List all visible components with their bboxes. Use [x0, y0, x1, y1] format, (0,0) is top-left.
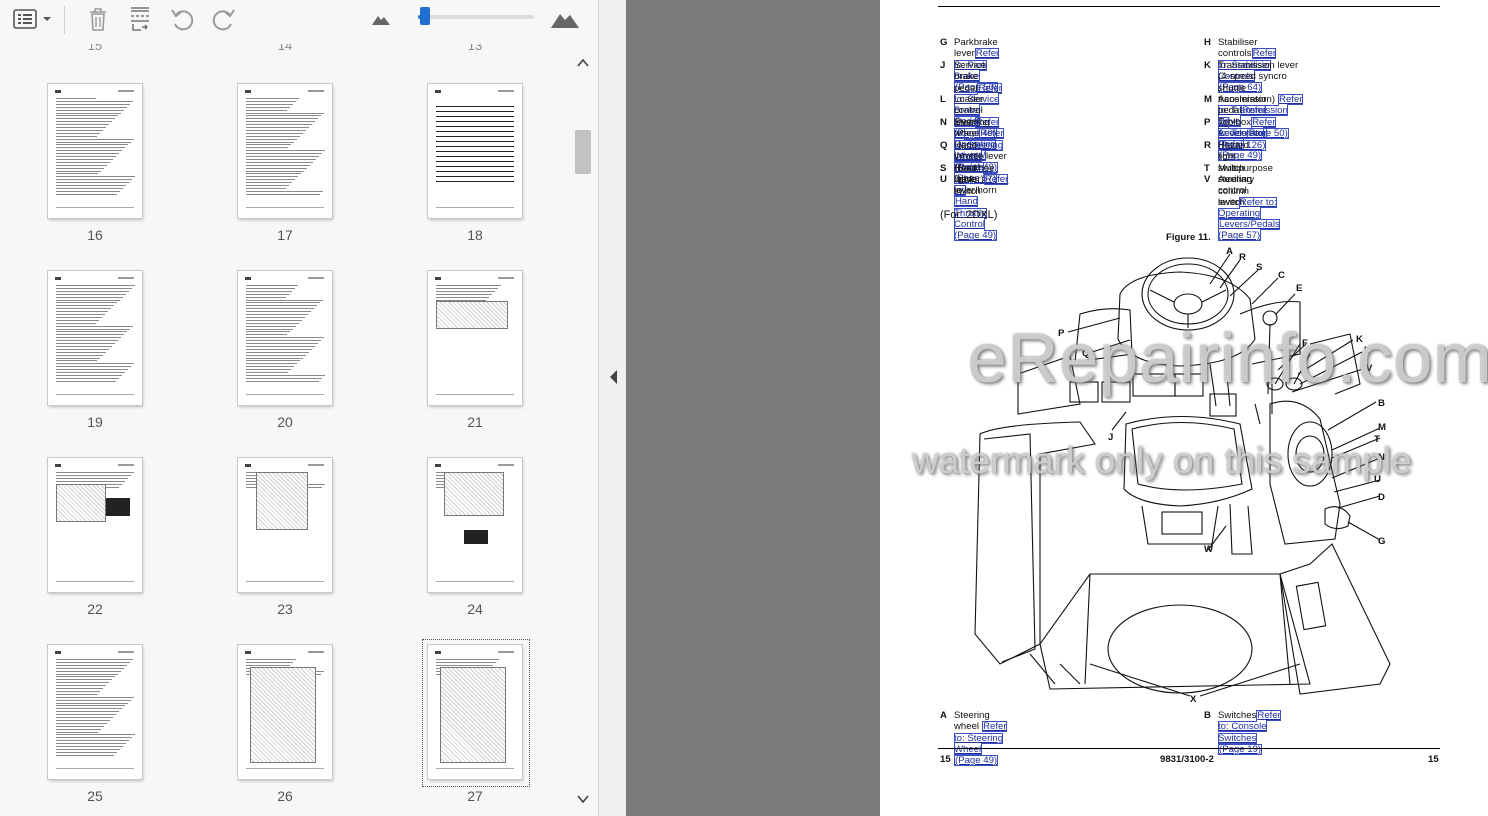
legend-letter: K	[1204, 60, 1211, 71]
legend-letter: B	[1204, 710, 1211, 721]
model-note: (For: 2DXL)	[940, 209, 998, 221]
trash-icon	[90, 8, 106, 31]
partial-page-number: 13	[467, 44, 483, 53]
page-thumbnail[interactable]	[48, 84, 142, 218]
page-bottom-rule	[938, 748, 1440, 749]
thumbnail-page-number: 23	[277, 601, 293, 617]
thumbnail-panel: 15 14 13 16 17 18 19 20 21 22 23 24 25 26 27	[0, 0, 598, 816]
cross-reference-link[interactable]: Levers/Pedals (Page 57)	[1218, 219, 1280, 242]
legend-letter: N	[940, 117, 947, 128]
zoom-in-button[interactable]	[548, 4, 582, 34]
scroll-up-icon[interactable]	[576, 56, 590, 70]
zoom-in-mountain-icon	[551, 14, 579, 28]
rotate-left-button[interactable]	[168, 4, 196, 34]
figure-callout-label: M	[1378, 422, 1386, 433]
collapse-panel-icon[interactable]	[607, 368, 619, 386]
thumbnail-page-number: 16	[87, 227, 103, 243]
view-mode-dropdown[interactable]	[10, 4, 54, 34]
thumbnail-page-number: 24	[467, 601, 483, 617]
legend-text: Switches	[1218, 710, 1257, 721]
zoom-slider[interactable]	[418, 7, 534, 25]
legend-letter: G	[940, 37, 948, 48]
page-thumbnail[interactable]	[238, 645, 332, 779]
watermark-sample-text: watermark only on this sample	[912, 440, 1412, 481]
page-thumbnail[interactable]	[428, 271, 522, 405]
legend-text: Drive lever/horn	[954, 174, 997, 197]
legend-letter: A	[940, 710, 947, 721]
figure-callout-label: A	[1226, 246, 1233, 257]
thumbnail-page-number: 17	[277, 227, 293, 243]
thumbnail-grid: 15 14 13 16 17 18 19 20 21 22 23 24 25 26 27	[0, 44, 572, 816]
footer-page-number-right: 15	[1428, 754, 1439, 765]
rotate-left-icon	[171, 9, 194, 31]
rotate-right-icon	[212, 9, 235, 31]
page-thumbnail[interactable]	[428, 645, 522, 779]
figure-callout-label: E	[1296, 283, 1303, 294]
watermark-logo-text: eRepairinfo.com	[968, 319, 1488, 397]
document-viewer: G Parkbrake leverRefer to: Park Brake (Pag…	[626, 0, 1488, 816]
thumbnail-page-number: 21	[467, 414, 483, 430]
thumbnail-page-number: 27	[467, 788, 483, 804]
thumbnail-toolbar	[0, 0, 598, 44]
legend-letter: M	[1204, 94, 1212, 105]
figure-title: Figure 11.	[1166, 232, 1211, 243]
thumbnail-page-number: 26	[277, 788, 293, 804]
page-thumbnail[interactable]	[428, 458, 522, 592]
page-thumbnail[interactable]	[48, 645, 142, 779]
legend-text: Toolbox	[1218, 117, 1252, 128]
thumbnail-page-number: 22	[87, 601, 103, 617]
legend-letter: T	[1204, 163, 1210, 174]
document-page: G Parkbrake leverRefer to: Park Brake (Pag…	[880, 0, 1488, 816]
list-view-icon	[12, 9, 37, 29]
scrollbar-handle[interactable]	[575, 130, 591, 174]
page-thumbnail[interactable]	[428, 84, 522, 218]
thumbnail-scrollbar[interactable]	[572, 52, 594, 808]
toolbar-separator	[64, 6, 65, 34]
extract-pages-button[interactable]	[126, 4, 154, 34]
legend-letter: V	[1204, 174, 1211, 185]
chevron-down-icon	[42, 17, 51, 21]
legend-letter: P	[1204, 117, 1211, 128]
scroll-down-icon[interactable]	[576, 792, 590, 806]
thumbnail-page-number: 25	[87, 788, 103, 804]
thumbnail-page-number: 20	[277, 414, 293, 430]
figure-callout-label: B	[1378, 398, 1385, 409]
legend-letter: J	[940, 60, 946, 71]
figure-callout-label: S	[1256, 262, 1263, 273]
legend-letter: H	[1204, 37, 1211, 48]
page-thumbnail[interactable]	[48, 271, 142, 405]
zoom-out-button[interactable]	[370, 4, 392, 34]
zoom-slider-handle[interactable]	[419, 7, 430, 25]
legend-letter: L	[940, 94, 946, 105]
page-thumbnail[interactable]	[238, 458, 332, 592]
legend-letter: U	[940, 174, 947, 185]
partial-page-number: 15	[87, 44, 103, 53]
page-thumbnail[interactable]	[238, 271, 332, 405]
cross-reference-link[interactable]: (Page 19)	[1218, 743, 1263, 755]
rotate-right-button[interactable]	[210, 4, 238, 34]
legend-text: Transmission lever (4-speed syncro shutt…	[1218, 60, 1299, 94]
figure-callout-label: D	[1378, 492, 1385, 503]
figure-callout-label: X	[1190, 694, 1197, 705]
page-thumbnail[interactable]	[48, 458, 142, 592]
zoom-out-mountain-icon	[372, 16, 390, 25]
figure-callout-label: G	[1378, 536, 1386, 547]
partial-page-number: 14	[277, 44, 293, 53]
cross-reference-link[interactable]: (Page 49)	[954, 755, 999, 767]
page-thumbnail[interactable]	[238, 84, 332, 218]
legend-letter: R	[1204, 140, 1211, 151]
delete-page-button[interactable]	[84, 4, 112, 34]
thumbnail-page-number: 18	[467, 227, 483, 243]
extract-pages-icon	[131, 7, 149, 31]
footer-page-number-left: 15	[940, 754, 951, 765]
thumbnail-page-number: 19	[87, 414, 103, 430]
panel-divider[interactable]	[598, 0, 627, 816]
figure-callout-label: W	[1204, 544, 1214, 555]
figure-callout-label: R	[1239, 252, 1246, 263]
page-top-rule	[938, 6, 1440, 7]
figure-callout-label: C	[1278, 270, 1285, 281]
legend-letter: S	[940, 163, 947, 174]
legend-letter: Q	[940, 140, 948, 151]
footer-document-code: 9831/3100-2	[1160, 754, 1214, 765]
